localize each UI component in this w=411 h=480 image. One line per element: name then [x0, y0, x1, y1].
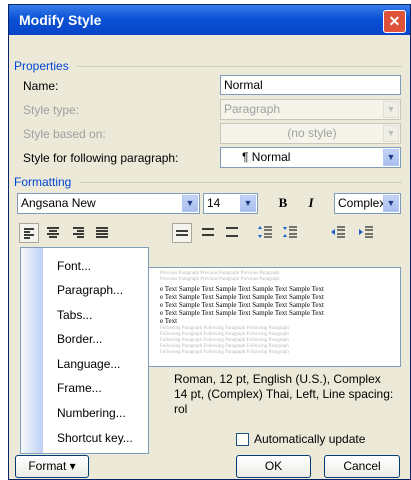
- menu-icon-strip: [21, 248, 43, 453]
- italic-button[interactable]: I: [300, 193, 322, 213]
- preview-sample-line: e Text: [160, 317, 178, 325]
- preview-following-line: Following Paragraph Following Paragraph …: [160, 332, 289, 337]
- one-half-spacing-button[interactable]: [197, 223, 219, 243]
- script-select[interactable]: Complex ▼: [334, 193, 401, 214]
- properties-group-label: Properties: [14, 59, 69, 73]
- double-spacing-button[interactable]: [221, 223, 243, 243]
- formatting-group-label: Formatting: [14, 175, 72, 189]
- auto-update-checkbox[interactable]: [236, 433, 249, 446]
- properties-divider: [77, 66, 402, 67]
- align-center-icon: [47, 227, 59, 238]
- chevron-down-icon: ▼: [383, 125, 399, 142]
- chevron-down-icon: ▼: [383, 101, 399, 118]
- align-center-button[interactable]: [42, 223, 64, 243]
- increase-paragraph-spacing-button[interactable]: [254, 223, 276, 243]
- font-size-value: 14: [207, 196, 221, 210]
- double-space-icon: [226, 227, 238, 237]
- preview-sample-line: e Text Sample Text Sample Text Sample Te…: [160, 285, 324, 293]
- style-type-select[interactable]: Paragraph ▼: [220, 99, 401, 120]
- chevron-down-icon: ▼: [240, 195, 256, 212]
- menu-item-frame[interactable]: Frame...: [57, 381, 102, 395]
- chevron-down-icon: ▼: [383, 195, 399, 212]
- style-type-value: Paragraph: [224, 102, 281, 116]
- close-icon: ✕: [388, 13, 401, 29]
- justify-button[interactable]: [91, 223, 113, 243]
- chevron-down-icon: ▼: [383, 149, 399, 166]
- script-value: Complex: [338, 196, 386, 210]
- align-right-button[interactable]: [67, 223, 89, 243]
- bold-button[interactable]: B: [272, 193, 294, 213]
- format-button[interactable]: Format ▾: [15, 455, 89, 478]
- style-description-line: 14 pt, (Complex) Thai, Left, Line spacin…: [174, 387, 394, 401]
- format-menu: Font... Paragraph... Tabs... Border... L…: [20, 247, 149, 454]
- decrease-indent-button[interactable]: [327, 223, 349, 243]
- following-paragraph-value: ¶ Normal: [242, 150, 291, 164]
- single-spacing-button[interactable]: [172, 223, 192, 243]
- preview-previous-line: Previous Paragraph Previous Paragraph Pr…: [160, 271, 280, 276]
- style-type-label: Style type:: [23, 103, 80, 117]
- menu-item-language[interactable]: Language...: [57, 357, 120, 371]
- decrease-indent-icon: [331, 226, 345, 238]
- style-description-line: Roman, 12 pt, English (U.S.), Complex: [174, 372, 381, 386]
- preview-sample-line: e Text Sample Text Sample Text Sample Te…: [160, 309, 324, 317]
- decrease-paragraph-spacing-button[interactable]: [279, 223, 301, 243]
- increase-indent-button[interactable]: [355, 223, 377, 243]
- font-select[interactable]: Angsana New ▼: [17, 193, 200, 214]
- preview-following-line: Following Paragraph Following Paragraph …: [160, 326, 289, 331]
- menu-item-tabs[interactable]: Tabs...: [57, 308, 92, 322]
- align-left-icon: [24, 228, 34, 239]
- preview-sample-line: e Text Sample Text Sample Text Sample Te…: [160, 293, 324, 301]
- single-space-icon: [176, 230, 188, 236]
- align-right-icon: [73, 227, 84, 238]
- menu-item-border[interactable]: Border...: [57, 332, 102, 346]
- auto-update-label[interactable]: Automatically update: [254, 432, 365, 446]
- one-half-space-icon: [202, 228, 214, 236]
- title-bar[interactable]: Modify Style ✕: [9, 5, 410, 35]
- ok-button[interactable]: OK: [236, 455, 311, 478]
- style-based-on-select[interactable]: (no style) ▼: [220, 123, 401, 144]
- font-value: Angsana New: [21, 196, 96, 210]
- style-preview: Previous Paragraph Previous Paragraph Pr…: [125, 267, 401, 367]
- menu-item-numbering[interactable]: Numbering...: [57, 406, 126, 420]
- justify-icon: [96, 227, 108, 238]
- menu-item-font[interactable]: Font...: [57, 259, 91, 273]
- following-paragraph-label: Style for following paragraph:: [23, 151, 179, 165]
- increase-indent-icon: [359, 226, 373, 238]
- name-field[interactable]: Normal: [220, 75, 401, 95]
- menu-item-paragraph[interactable]: Paragraph...: [57, 283, 123, 297]
- style-description-line: rol: [174, 402, 188, 416]
- name-label: Name:: [23, 79, 59, 93]
- style-based-on-value: (no style): [287, 126, 337, 140]
- chevron-down-icon: ▼: [182, 195, 198, 212]
- preview-following-line: Following Paragraph Following Paragraph …: [160, 344, 289, 349]
- preview-previous-line: Previous Paragraph Previous Paragraph Pr…: [160, 277, 280, 282]
- preview-sample-line: e Text Sample Text Sample Text Sample Te…: [160, 301, 324, 309]
- align-left-button[interactable]: [19, 223, 39, 243]
- menu-item-shortcut-key[interactable]: Shortcut key...: [57, 431, 133, 445]
- cancel-button[interactable]: Cancel: [324, 455, 400, 478]
- formatting-divider: [79, 182, 402, 183]
- increase-paragraph-spacing-icon: [258, 226, 272, 238]
- preview-following-line: Following Paragraph Following Paragraph …: [160, 338, 289, 343]
- style-based-on-label: Style based on:: [23, 127, 106, 141]
- close-button[interactable]: ✕: [383, 10, 406, 33]
- dialog-title: Modify Style: [19, 12, 102, 28]
- font-size-select[interactable]: 14 ▼: [203, 193, 258, 214]
- decrease-paragraph-spacing-icon: [283, 226, 297, 238]
- preview-following-line: Following Paragraph Following Paragraph …: [160, 350, 289, 355]
- following-paragraph-select[interactable]: ¶ Normal ▼: [220, 147, 401, 168]
